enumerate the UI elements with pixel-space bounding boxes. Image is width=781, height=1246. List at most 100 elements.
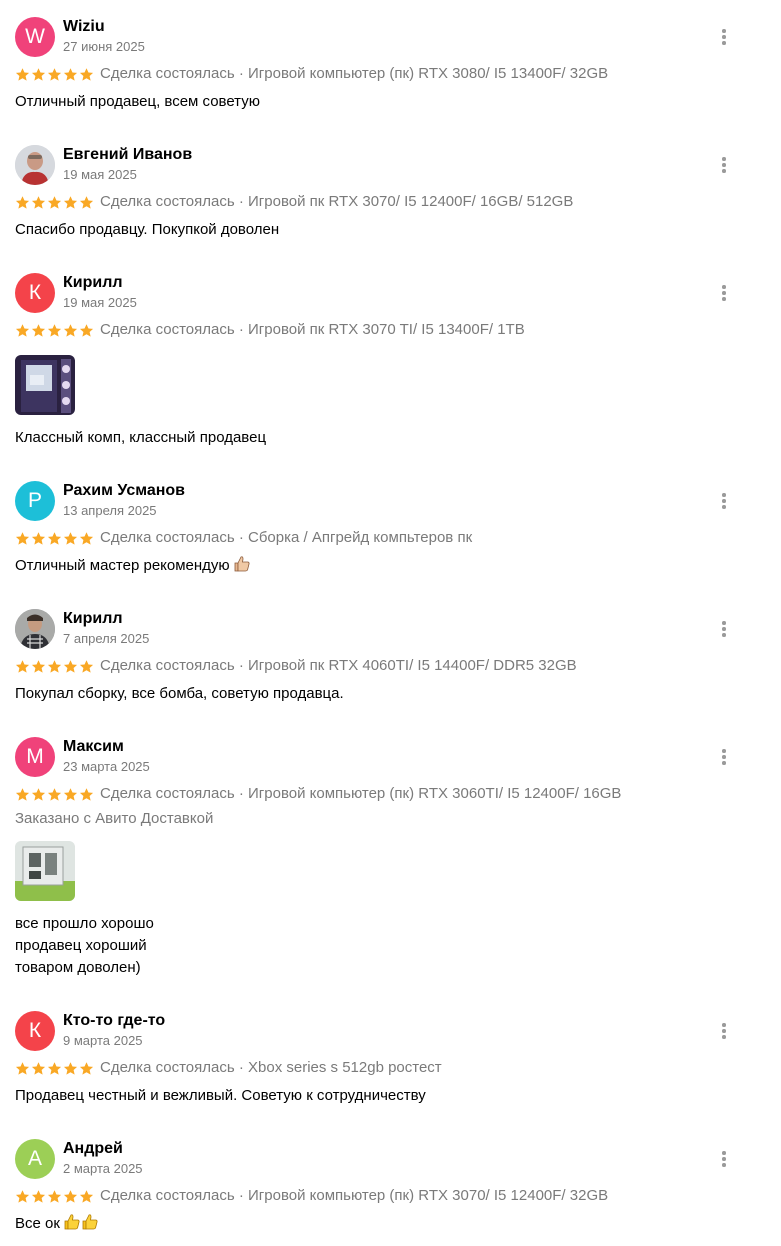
star-icon	[15, 1189, 30, 1203]
avatar[interactable]: Р	[15, 481, 55, 521]
deal-info: Сделка состоялась · Игровой пк RTX 4060T…	[100, 657, 577, 674]
kebab-menu-icon[interactable]	[716, 283, 732, 303]
avatar-letter: Р	[27, 489, 42, 512]
star-icon	[15, 531, 30, 545]
star-icon	[31, 787, 46, 801]
review-text: Отличный мастер рекомендую	[15, 557, 230, 574]
kebab-menu-icon[interactable]	[716, 747, 732, 767]
review-photo[interactable]	[15, 841, 75, 901]
kebab-menu-icon[interactable]	[716, 619, 732, 639]
review-date: 27 июня 2025	[63, 39, 145, 54]
review-text: Продавец честный и вежливый. Советую к с…	[15, 1087, 426, 1104]
avatar-photo	[15, 145, 55, 185]
reviewer-name[interactable]: Максим	[63, 737, 124, 757]
avatar[interactable]	[15, 609, 55, 649]
rating-stars	[15, 787, 94, 802]
review-date: 9 марта 2025	[63, 1033, 143, 1048]
avatar-letter: А	[27, 1147, 42, 1170]
star-icon	[63, 531, 78, 545]
avatar-letter: К	[28, 281, 42, 304]
review-photo[interactable]	[15, 355, 75, 415]
thumbs-up-emoji	[81, 1213, 99, 1238]
review-text: Спасибо продавцу. Покупкой доволен	[15, 221, 280, 238]
star-icon	[15, 195, 30, 209]
rating-stars	[15, 1061, 94, 1076]
review-date: 13 апреля 2025	[63, 503, 157, 518]
star-icon	[47, 659, 62, 673]
review-date: 19 мая 2025	[63, 295, 137, 310]
avatar[interactable]	[15, 145, 55, 185]
review-text-line: продавец хороший	[15, 937, 147, 954]
avatar[interactable]: К	[15, 273, 55, 313]
star-icon	[63, 1189, 78, 1203]
star-icon	[31, 323, 46, 337]
star-icon	[47, 195, 62, 209]
avatar-letter: М	[26, 745, 44, 768]
star-icon	[15, 67, 30, 81]
deal-info: Сделка состоялась · Игровой пк RTX 3070 …	[100, 321, 525, 338]
avatar[interactable]: А	[15, 1139, 55, 1179]
avatar[interactable]: К	[15, 1011, 55, 1051]
star-icon	[79, 323, 94, 337]
kebab-menu-icon[interactable]	[716, 1149, 732, 1169]
star-icon	[79, 195, 94, 209]
kebab-menu-icon[interactable]	[716, 1021, 732, 1041]
avatar-letter: К	[28, 1019, 42, 1042]
avatar[interactable]: М	[15, 737, 55, 777]
review-text-line: все прошло хорошо	[15, 915, 154, 932]
kebab-menu-icon[interactable]	[716, 155, 732, 175]
pc-build-image	[15, 841, 75, 901]
star-icon	[79, 1189, 94, 1203]
avatar-letter: W	[25, 25, 45, 48]
review-text-line: Все ок	[15, 1213, 99, 1238]
reviewer-name[interactable]: Кирилл	[63, 273, 123, 293]
reviewer-name[interactable]: Кирилл	[63, 609, 123, 629]
avatar[interactable]: W	[15, 17, 55, 57]
reviewer-name[interactable]: Wiziu	[63, 17, 105, 37]
reviewer-name[interactable]: Рахим Усманов	[63, 481, 185, 501]
star-icon	[31, 1189, 46, 1203]
rating-stars	[15, 195, 94, 210]
review-date: 23 марта 2025	[63, 759, 150, 774]
star-icon	[47, 787, 62, 801]
thumbs-up-emoji	[63, 1213, 81, 1238]
deal-info: Сделка состоялась · Игровой компьютер (п…	[100, 1187, 609, 1204]
rating-stars	[15, 531, 94, 546]
kebab-menu-icon[interactable]	[716, 491, 732, 511]
deal-info: Сделка состоялась · Сборка / Апгрейд ком…	[100, 529, 473, 546]
star-icon	[63, 787, 78, 801]
review-text: Отличный продавец, всем советую	[15, 93, 260, 110]
star-icon	[79, 787, 94, 801]
rating-stars	[15, 67, 94, 82]
star-icon	[79, 67, 94, 81]
review-date: 19 мая 2025	[63, 167, 137, 182]
reviewer-name[interactable]: Андрей	[63, 1139, 123, 1159]
deal-info: Сделка состоялась · Xbox series s 512gb …	[100, 1059, 442, 1076]
star-icon	[63, 195, 78, 209]
star-icon	[63, 323, 78, 337]
review-text-line: Отличный мастер рекомендую	[15, 555, 251, 580]
star-icon	[47, 1061, 62, 1075]
star-icon	[79, 531, 94, 545]
star-icon	[79, 659, 94, 673]
star-icon	[31, 1061, 46, 1075]
star-icon	[63, 659, 78, 673]
rating-stars	[15, 1189, 94, 1204]
star-icon	[79, 1061, 94, 1075]
star-icon	[47, 67, 62, 81]
pc-case-image	[15, 355, 75, 415]
star-icon	[63, 67, 78, 81]
kebab-menu-icon[interactable]	[716, 27, 732, 47]
review-date: 7 апреля 2025	[63, 631, 150, 646]
review-text: Покупал сборку, все бомба, советую прода…	[15, 685, 344, 702]
star-icon	[63, 1061, 78, 1075]
delivery-note: Заказано с Авито Доставкой	[15, 810, 214, 827]
reviewer-name[interactable]: Кто-то где-то	[63, 1011, 165, 1031]
star-icon	[31, 195, 46, 209]
review-text: Классный комп, классный продавец	[15, 429, 267, 446]
review-text-line: товаром доволен)	[15, 959, 141, 976]
star-icon	[47, 323, 62, 337]
deal-info: Сделка состоялась · Игровой пк RTX 3070/…	[100, 193, 574, 210]
reviewer-name[interactable]: Евгений Иванов	[63, 145, 192, 165]
rating-stars	[15, 659, 94, 674]
